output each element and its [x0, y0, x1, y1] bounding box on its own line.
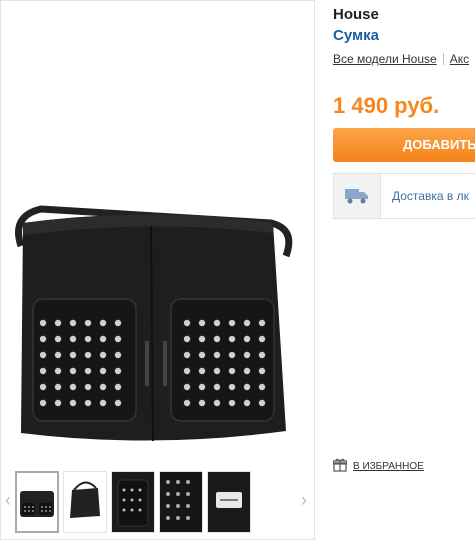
delivery-info[interactable]: Доставка в лк [333, 173, 475, 219]
truck-icon [345, 189, 368, 204]
favorite-label[interactable]: В ИЗБРАННОЕ [353, 461, 424, 472]
thumbnail-2[interactable] [63, 471, 107, 533]
product-gallery: ‹ › [0, 0, 315, 540]
prev-thumbnail-arrow-icon[interactable]: ‹ [5, 491, 11, 509]
thumbnail-4[interactable] [159, 471, 203, 533]
add-to-favorites-link[interactable]: В ИЗБРАННОЕ [332, 458, 424, 472]
product-price: 1 490 руб. [333, 93, 440, 118]
delivery-text[interactable]: Доставка в лк [392, 189, 469, 203]
link-divider [442, 53, 444, 65]
product-brand: House [333, 6, 379, 23]
accessories-link[interactable]: Акс [450, 52, 469, 66]
all-models-link[interactable]: Все модели House [333, 52, 437, 66]
product-links: Все модели House Акс [333, 52, 469, 66]
thumbnail-5[interactable] [207, 471, 251, 533]
thumbnail-1[interactable] [15, 471, 59, 533]
main-product-image[interactable] [1, 1, 314, 461]
delivery-icon-box [334, 174, 381, 218]
thumbnail-3[interactable] [111, 471, 155, 533]
next-thumbnail-arrow-icon[interactable]: › [301, 491, 307, 509]
product-type: Сумка [333, 27, 379, 44]
add-to-cart-button[interactable]: ДОБАВИТЬ [333, 128, 475, 162]
thumbnail-strip: ‹ › [1, 463, 314, 539]
gift-icon [332, 458, 348, 472]
